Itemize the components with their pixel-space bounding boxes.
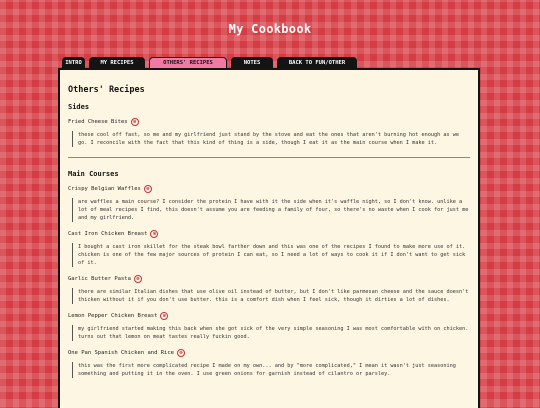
recipe-title: Garlic Butter Pasta ⊗ xyxy=(68,275,470,283)
recipe-title: One Pan Spanish Chicken and Rice ⊗ xyxy=(68,349,470,357)
section-sides: Sides Fried Cheese Bites ⊗ these cool of… xyxy=(68,103,470,147)
recipe-note: I bought a cast iron skillet for the ste… xyxy=(72,243,470,267)
recipe-note: these cool off fast, so me and my girlfr… xyxy=(72,131,470,147)
recipe-item: Garlic Butter Pasta ⊗ there are similar … xyxy=(68,275,470,304)
content-panel: Others' Recipes Sides Fried Cheese Bites… xyxy=(58,68,480,408)
recipe-title-text: Lemon Pepper Chicken Breast xyxy=(68,313,158,319)
page-heading: Others' Recipes xyxy=(68,85,145,95)
recipe-title-text: One Pan Spanish Chicken and Rice xyxy=(68,350,174,356)
heart-icon[interactable]: ⊗ xyxy=(133,275,142,283)
recipe-note: there are similar Italian dishes that us… xyxy=(72,288,470,304)
recipe-note: this was the first more complicated reci… xyxy=(72,362,470,378)
recipe-title-text: Crispy Belgian Waffles xyxy=(68,186,141,192)
recipe-item: Fried Cheese Bites ⊗ these cool off fast… xyxy=(68,118,470,147)
recipe-note: are waffles a main course? I consider th… xyxy=(72,198,470,222)
heart-icon[interactable]: ⊗ xyxy=(160,312,169,320)
recipe-title: Lemon Pepper Chicken Breast ⊗ xyxy=(68,312,470,320)
recipe-title: Crispy Belgian Waffles ⊗ xyxy=(68,185,470,193)
section-heading: Sides xyxy=(68,103,90,111)
section-divider xyxy=(68,157,470,158)
recipe-item: Crispy Belgian Waffles ⊗ are waffles a m… xyxy=(68,185,470,222)
recipe-item: Lemon Pepper Chicken Breast ⊗ my girlfri… xyxy=(68,312,470,341)
site-title: My Cookbook xyxy=(228,22,312,36)
recipe-title: Fried Cheese Bites ⊗ xyxy=(68,118,470,126)
recipe-item: Cast Iron Chicken Breast ⊗ I bought a ca… xyxy=(68,230,470,267)
recipe-note: my girlfriend started making this back w… xyxy=(72,325,470,341)
recipe-title-text: Cast Iron Chicken Breast xyxy=(68,231,148,237)
heart-icon[interactable]: ⊗ xyxy=(143,185,152,193)
recipe-item: One Pan Spanish Chicken and Rice ⊗ this … xyxy=(68,349,470,378)
heart-icon[interactable]: ⊗ xyxy=(150,230,159,238)
section-main-courses: Main Courses Crispy Belgian Waffles ⊗ ar… xyxy=(68,170,470,378)
recipe-title-text: Fried Cheese Bites xyxy=(68,119,128,125)
recipe-title: Cast Iron Chicken Breast ⊗ xyxy=(68,230,470,238)
recipe-title-text: Garlic Butter Pasta xyxy=(68,276,131,282)
section-heading: Main Courses xyxy=(68,170,119,178)
heart-icon[interactable]: ⊗ xyxy=(176,349,185,357)
heart-icon[interactable]: ⊗ xyxy=(130,118,139,126)
